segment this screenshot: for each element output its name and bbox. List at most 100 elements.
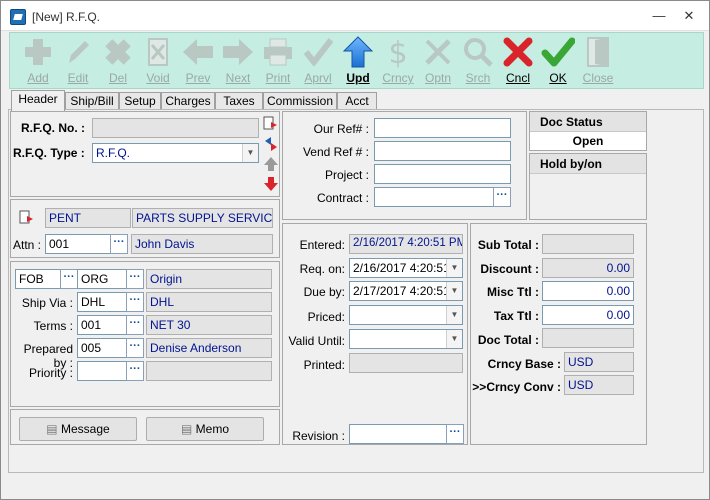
tab-charges[interactable]: Charges [161, 92, 215, 110]
project-label: Project : [324, 168, 369, 182]
void-button[interactable]: Void [138, 35, 178, 87]
priced-label: Priced: [307, 310, 345, 324]
options-button[interactable]: Optn [418, 35, 458, 87]
currency-button[interactable]: $ Crncy [378, 35, 418, 87]
delete-button[interactable]: Del [98, 35, 138, 87]
fob-input[interactable]: FOB [15, 269, 61, 289]
tab-taxes[interactable]: Taxes [215, 92, 263, 110]
tools-icon [425, 39, 451, 65]
chevron-down-icon[interactable]: ▼ [446, 259, 462, 277]
fob-code-lookup-button[interactable]: ··· [126, 269, 144, 289]
ship-via-input[interactable]: DHL [77, 292, 127, 312]
vendor-arrow-icon[interactable] [19, 210, 35, 226]
green-check-icon [541, 37, 575, 67]
tab-header[interactable]: Header [11, 90, 65, 111]
contract-lookup-button[interactable]: ··· [493, 187, 511, 207]
rfq-panel: R.F.Q. No. : R.F.Q. Type : R.F.Q. ▼ [10, 111, 280, 197]
contract-input[interactable] [374, 187, 494, 207]
up-gray-icon[interactable] [263, 156, 279, 172]
tab-acct[interactable]: Acct [337, 92, 377, 110]
priority-input[interactable] [77, 361, 127, 381]
fob-lookup-button[interactable]: ··· [60, 269, 78, 289]
valid-until-picker[interactable]: ▼ [349, 329, 463, 349]
options-label: Optn [424, 71, 451, 85]
req-on-value: 2/16/2017 4:20:51 [353, 261, 450, 275]
priority-label: Priority : [28, 366, 73, 380]
message-button[interactable]: ▤ Message [19, 417, 137, 441]
our-ref-input[interactable] [374, 118, 511, 138]
prev-button[interactable]: Prev [178, 35, 218, 87]
red-x-icon [503, 37, 533, 67]
entered-label: Entered: [299, 238, 345, 252]
next-arrow-icon [223, 39, 253, 65]
search-label: Srch [465, 71, 491, 85]
printer-icon [264, 38, 292, 66]
tab-setup[interactable]: Setup [119, 92, 161, 110]
vendor-code-field[interactable]: PENT [45, 208, 131, 228]
attn-lookup-button[interactable]: ··· [110, 234, 128, 254]
close-button[interactable]: Close [578, 35, 618, 87]
tax-total-field[interactable]: 0.00 [542, 305, 634, 325]
cancel-button[interactable]: Cncl [498, 35, 538, 87]
approval-button[interactable]: Aprvl [298, 35, 338, 87]
chevron-down-icon[interactable]: ▼ [446, 282, 462, 300]
edit-button[interactable]: Edit [58, 35, 98, 87]
rfq-type-value: R.F.Q. [96, 146, 131, 160]
chevron-down-icon[interactable]: ▼ [242, 144, 258, 162]
chevron-down-icon[interactable]: ▼ [446, 330, 462, 348]
rfq-no-field[interactable] [92, 118, 259, 138]
edit-icon [69, 41, 89, 63]
ship-via-lookup-button[interactable]: ··· [126, 292, 144, 312]
terms-input[interactable]: 001 [77, 315, 127, 335]
swap-arrows-icon[interactable] [263, 136, 279, 152]
print-button[interactable]: Print [258, 35, 298, 87]
misc-total-field[interactable]: 0.00 [542, 281, 634, 301]
references-panel: Our Ref# : Vend Ref # : Project : Contra… [282, 111, 527, 220]
req-on-picker[interactable]: 2/16/2017 4:20:51 ▼ [349, 258, 463, 278]
down-red-icon[interactable] [263, 176, 279, 192]
rfq-type-select[interactable]: R.F.Q. ▼ [92, 143, 259, 163]
hold-label: Hold by/on [530, 154, 646, 174]
revision-lookup-button[interactable]: ··· [446, 424, 464, 444]
vend-ref-label: Vend Ref # : [302, 145, 369, 159]
currency-label: Crncy [382, 71, 414, 85]
prepared-by-input[interactable]: 005 [77, 338, 127, 358]
ok-button[interactable]: OK [538, 35, 578, 87]
doc-arrow-icon[interactable] [263, 116, 279, 132]
vend-ref-input[interactable] [374, 141, 511, 161]
add-button[interactable]: Add [18, 35, 58, 87]
next-button[interactable]: Next [218, 35, 258, 87]
delete-label: Del [108, 71, 127, 85]
discount-field: 0.00 [542, 258, 634, 278]
entered-field: 2/16/2017 4:20:51 PM [349, 234, 463, 254]
prev-label: Prev [185, 71, 211, 85]
project-input[interactable] [374, 164, 511, 184]
attn-code-input[interactable]: 001 [45, 234, 111, 254]
tab-ship-bill[interactable]: Ship/Bill [65, 92, 119, 110]
add-icon [25, 39, 51, 65]
currency-conv-field: USD [564, 375, 634, 395]
terms-lookup-button[interactable]: ··· [126, 315, 144, 335]
doc-status-value: Open [572, 134, 604, 148]
priority-lookup-button[interactable]: ··· [126, 361, 144, 381]
memo-button[interactable]: ▤ Memo [146, 417, 264, 441]
ok-label: OK [549, 71, 567, 85]
due-by-picker[interactable]: 2/17/2017 4:20:51 ▼ [349, 281, 463, 301]
memo-icon: ▤ [180, 422, 193, 436]
dollar-icon: $ [388, 36, 407, 69]
close-window-button[interactable]: ✕ [677, 7, 701, 25]
fob-code-input[interactable]: ORG [77, 269, 127, 289]
discount-label: Discount : [480, 262, 539, 276]
tab-commission[interactable]: Commission [263, 92, 337, 110]
chevron-down-icon[interactable]: ▼ [446, 306, 462, 324]
search-button[interactable]: Srch [458, 35, 498, 87]
rfq-type-label: R.F.Q. Type : [13, 146, 85, 160]
valid-until-label: Valid Until: [288, 334, 345, 348]
revision-input[interactable] [349, 424, 447, 444]
update-button[interactable]: Upd [338, 35, 378, 87]
prepared-by-lookup-button[interactable]: ··· [126, 338, 144, 358]
printed-label: Printed: [303, 358, 345, 372]
priced-picker[interactable]: ▼ [349, 305, 463, 325]
currency-conv-label[interactable]: >>Crncy Conv : [471, 380, 561, 394]
minimize-button[interactable]: — [647, 7, 671, 25]
